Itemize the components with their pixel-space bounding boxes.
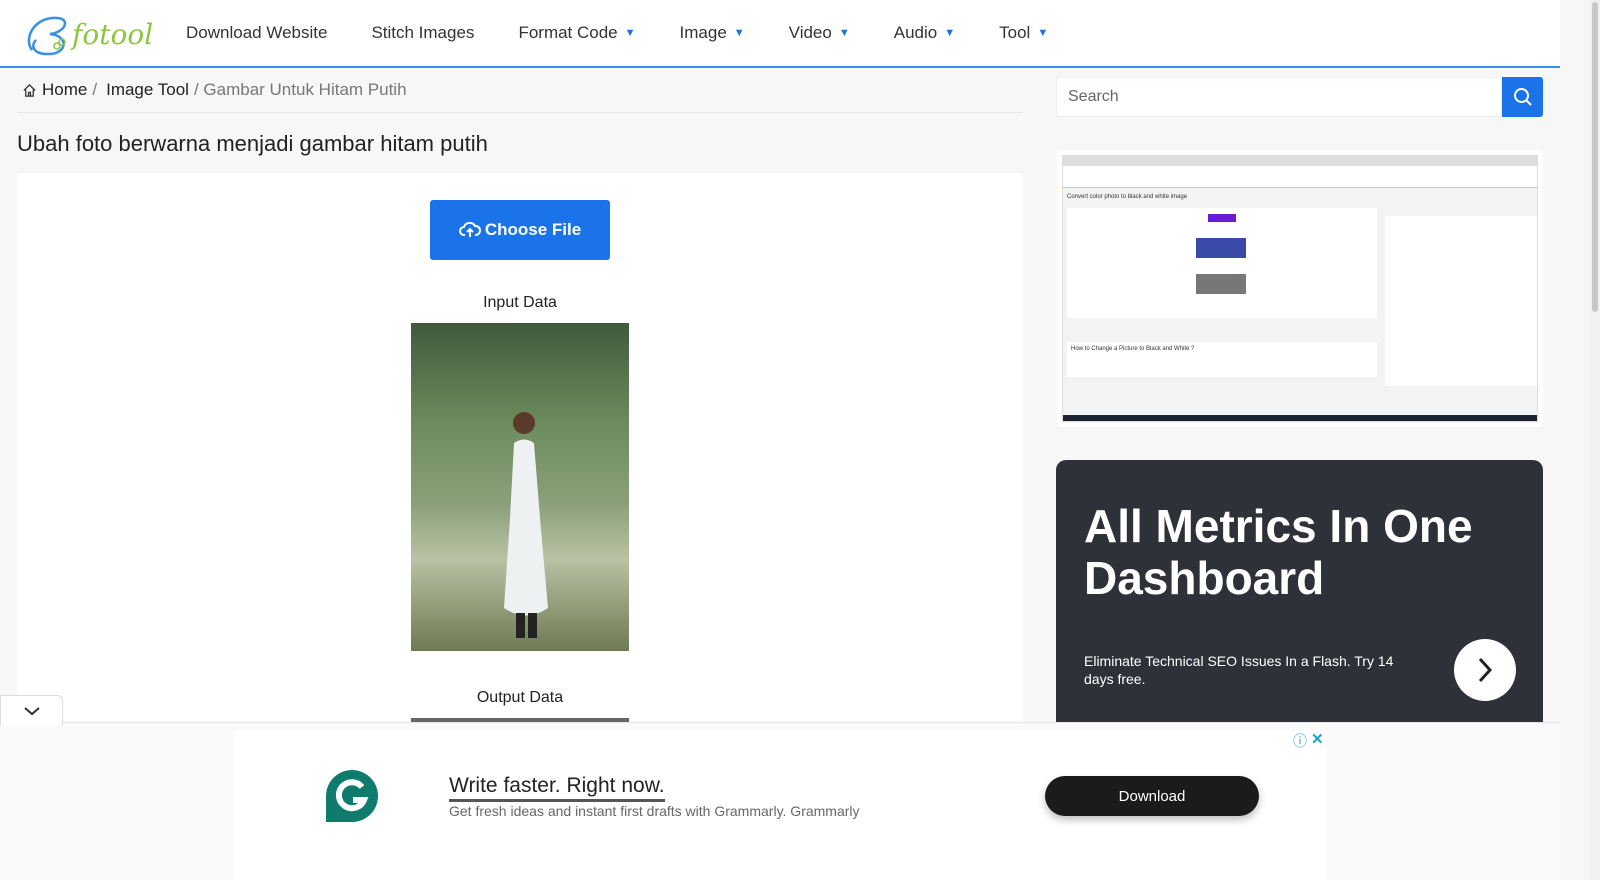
- ad-close-icon[interactable]: ✕: [1311, 730, 1324, 748]
- grammarly-ad-title[interactable]: Write faster. Right now.: [449, 774, 665, 802]
- breadcrumb-current: / Gambar Untuk Hitam Putih: [193, 80, 407, 99]
- divider: [17, 112, 1023, 113]
- input-image: [411, 323, 629, 651]
- breadcrumb-home[interactable]: Home: [42, 80, 87, 100]
- collapse-ad-button[interactable]: [0, 695, 63, 725]
- search-button[interactable]: [1502, 77, 1543, 117]
- page-scrollbar[interactable]: [1590, 0, 1600, 880]
- grammarly-ad-subtitle: Get fresh ideas and instant first drafts…: [449, 803, 860, 819]
- side-ad-subtitle: Eliminate Technical SEO Issues In a Flas…: [1084, 653, 1394, 687]
- nav-item-label: Stitch Images: [371, 23, 475, 42]
- woman-figure: [504, 412, 548, 638]
- grammarly-logo-icon: [326, 770, 378, 822]
- choose-file-button[interactable]: Choose File: [430, 200, 610, 260]
- caret-down-icon: ▼: [733, 27, 745, 39]
- nav-item-label: Tool: [999, 23, 1031, 42]
- breadcrumb-sep: /: [92, 80, 98, 99]
- search-input[interactable]: Search: [1056, 77, 1502, 117]
- side-ad-next-button[interactable]: [1454, 639, 1516, 701]
- preview-title: Convert color photo to black and white i…: [1067, 194, 1188, 200]
- nav-item-label: Image: [679, 23, 727, 42]
- logo-text: fotool: [72, 18, 154, 51]
- grammarly-download-button[interactable]: Download: [1045, 776, 1259, 816]
- nav-item-stitch-images[interactable]: Stitch Images: [371, 23, 474, 43]
- nav-item-tool[interactable]: Tool ▼: [999, 23, 1048, 43]
- nav-item-audio[interactable]: Audio ▼: [894, 23, 955, 43]
- caret-down-icon: ▼: [944, 27, 956, 39]
- nav-item-format-code[interactable]: Format Code ▼: [518, 23, 635, 43]
- nav-item-label: Video: [788, 23, 832, 42]
- home-icon: [23, 83, 36, 97]
- nav-item-video[interactable]: Video ▼: [789, 23, 850, 43]
- side-ad-title: All Metrics In One Dashboard: [1084, 500, 1473, 604]
- breadcrumb-image-tool[interactable]: Image Tool: [106, 80, 189, 100]
- top-navbar: fotool Download Website Stitch Images Form…: [0, 0, 1560, 68]
- site-logo[interactable]: fotool: [22, 10, 153, 60]
- choose-file-label: Choose File: [484, 220, 582, 239]
- chevron-right-icon: [1478, 657, 1493, 683]
- scrollbar-thumb[interactable]: [1592, 2, 1598, 312]
- ad-info-icon[interactable]: ⓘ: [1293, 731, 1307, 751]
- side-ad[interactable]: All Metrics In One Dashboard Eliminate T…: [1056, 460, 1543, 722]
- nav-item-label: Format Code: [518, 23, 618, 42]
- preview-howto: How to Change a Picture to Black and Whi…: [1071, 346, 1195, 352]
- tool-preview-screenshot: Convert color photo to black and white i…: [1057, 150, 1543, 427]
- nav-item-label: Audio: [893, 23, 938, 42]
- grammarly-ad[interactable]: Write faster. Right now. Get fresh ideas…: [233, 730, 1327, 880]
- nav-item-label: Download Website: [186, 23, 328, 42]
- caret-down-icon: ▼: [1037, 27, 1049, 39]
- search-placeholder: Search: [1068, 88, 1119, 105]
- input-data-label: Input Data: [483, 294, 557, 311]
- cloud-upload-icon: [458, 221, 481, 237]
- search-icon: [1513, 88, 1532, 106]
- chevron-down-icon: [23, 706, 40, 715]
- nav-item-image[interactable]: Image ▼: [680, 23, 745, 43]
- tool-card: Choose File Input Data Output Data: [17, 173, 1023, 733]
- output-data-label: Output Data: [476, 689, 564, 706]
- nav-item-download-website[interactable]: Download Website: [186, 23, 327, 43]
- caret-down-icon: ▼: [838, 27, 850, 39]
- breadcrumb: Home / Image Tool / Gambar Untuk Hitam P…: [22, 80, 407, 100]
- page-title: Ubah foto berwarna menjadi gambar hitam …: [17, 131, 488, 156]
- caret-down-icon: ▼: [624, 27, 636, 39]
